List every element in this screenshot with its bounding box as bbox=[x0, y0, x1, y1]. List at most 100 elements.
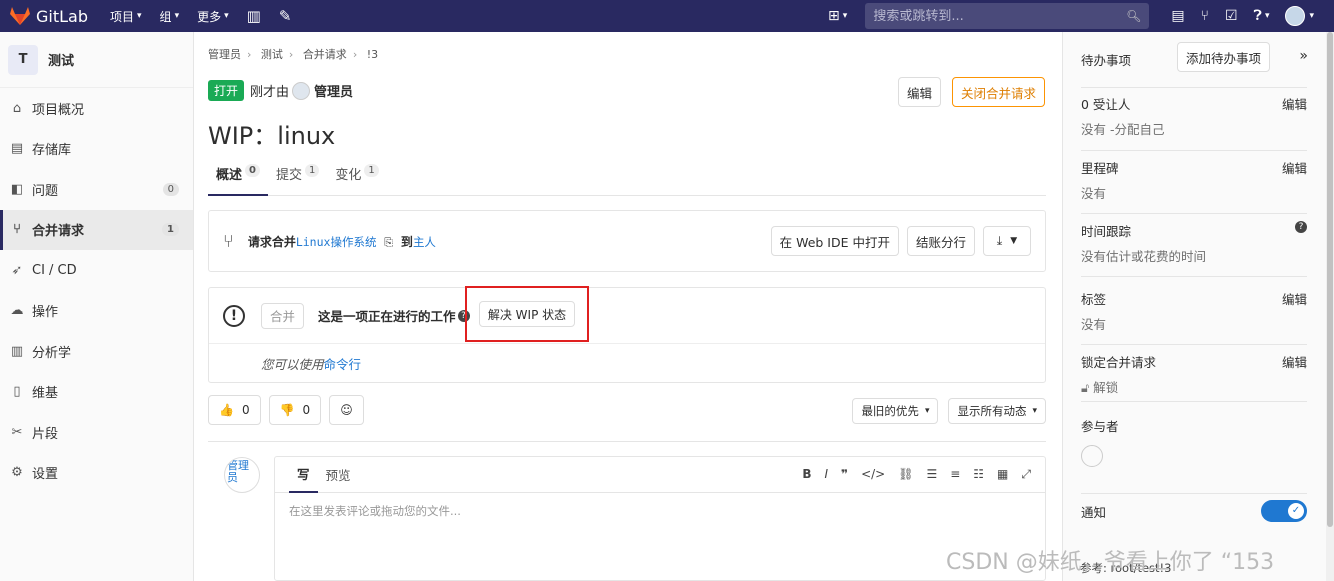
breadcrumb-item[interactable]: 管理员 bbox=[208, 48, 241, 61]
cli-hint: 您可以使用 命令行 bbox=[209, 344, 1045, 382]
thumbs-up-button[interactable]: 👍 0 bbox=[208, 395, 261, 425]
lock-title: 锁定合并请求 bbox=[1081, 355, 1157, 370]
collapse-sidebar-icon[interactable]: » bbox=[1299, 48, 1308, 64]
sidebar-item-overview[interactable]: ⌂ 项目概况 bbox=[0, 88, 193, 129]
project-name: 测试 bbox=[48, 54, 75, 69]
doc-icon: ▤ bbox=[10, 141, 24, 157]
bold-icon[interactable]: B bbox=[802, 467, 811, 482]
sidebar-item-repository[interactable]: ▤ 存储库 bbox=[0, 129, 193, 170]
numbered-list-icon[interactable]: ≡ bbox=[950, 467, 960, 482]
commenter-avatar[interactable]: 管理员 bbox=[224, 457, 260, 493]
project-header[interactable]: T 测试 bbox=[0, 32, 193, 88]
divider bbox=[208, 441, 1046, 442]
project-avatar: T bbox=[8, 44, 38, 75]
add-reaction-button[interactable]: ☺ bbox=[329, 395, 364, 425]
sidebar-item-issues[interactable]: ◧ 问题 0 bbox=[0, 169, 193, 210]
sidebar-item-snippets[interactable]: ✂ 片段 bbox=[0, 412, 193, 453]
close-merge-request-button[interactable]: 关闭合并请求 bbox=[952, 77, 1046, 107]
page-title: WIP：linux bbox=[208, 122, 336, 150]
new-plus-icon[interactable]: ⊞ ▾ bbox=[828, 8, 847, 24]
breadcrumb-item[interactable]: !3 bbox=[367, 48, 378, 61]
sort-dropdown[interactable]: 最旧的优先 ▾ bbox=[852, 398, 939, 424]
edit-milestone-link[interactable]: 编辑 bbox=[1282, 158, 1307, 177]
time-tracking-title: 时间跟踪 bbox=[1081, 224, 1132, 239]
todos-check-icon[interactable]: ☑ bbox=[1225, 8, 1238, 24]
bullet-list-icon[interactable]: ☰ bbox=[926, 467, 937, 482]
chart-icon: ▥ bbox=[10, 343, 24, 359]
nav-projects[interactable]: 项目 ▾ bbox=[110, 8, 142, 25]
italic-icon[interactable]: I bbox=[824, 467, 828, 482]
breadcrumb: 管理员 › 测试 › 合并请求 › !3 bbox=[208, 48, 379, 61]
warning-icon: ! bbox=[223, 304, 245, 327]
sidebar-item-settings[interactable]: ⚙ 设置 bbox=[0, 453, 193, 494]
tab-changes[interactable]: 变化 1 bbox=[327, 160, 386, 196]
sidebar-item-wiki[interactable]: ▯ 维基 bbox=[0, 372, 193, 413]
resolve-wip-button[interactable]: 解决 WIP 状态 bbox=[478, 301, 576, 327]
download-dropdown-button[interactable]: ⤓ ▼ bbox=[983, 226, 1031, 256]
code-icon[interactable]: </> bbox=[861, 467, 885, 482]
target-branch[interactable]: 主人 bbox=[413, 235, 436, 249]
notifications-toggle[interactable]: ✓ bbox=[1261, 500, 1307, 522]
merge-request-icon: ⑂ bbox=[223, 230, 234, 252]
gitlab-fox-icon bbox=[10, 7, 30, 25]
nav-groups[interactable]: 组 ▾ bbox=[160, 8, 180, 25]
activity-chart-icon[interactable]: ▥ bbox=[247, 7, 261, 25]
source-branch[interactable]: Linux操作系统 bbox=[296, 235, 377, 249]
thumbs-down-button[interactable]: 👎 0 bbox=[268, 395, 322, 425]
activity-filter-dropdown[interactable]: 显示所有动态 ▾ bbox=[948, 398, 1046, 424]
user-menu[interactable]: ▾ bbox=[1285, 6, 1314, 26]
link-icon[interactable]: ⛓ bbox=[898, 467, 913, 482]
chevron-down-icon: ▾ bbox=[924, 406, 930, 416]
add-todo-button[interactable]: 添加待办事项 bbox=[1177, 42, 1271, 72]
brand-name: GitLab bbox=[36, 6, 88, 26]
quote-icon[interactable]: ❞ bbox=[841, 467, 848, 482]
nav-more[interactable]: 更多 ▾ bbox=[197, 8, 229, 25]
issues-top-icon[interactable]: ▤ bbox=[1171, 8, 1184, 24]
sidebar-item-operations[interactable]: ☁ 操作 bbox=[0, 291, 193, 332]
participant-avatar[interactable] bbox=[1081, 445, 1103, 467]
open-web-ide-button[interactable]: 在 Web IDE 中打开 bbox=[770, 226, 899, 256]
sidebar-item-ci-cd[interactable]: ➶ CI / CD bbox=[0, 250, 193, 291]
sidebar-item-analytics[interactable]: ▥ 分析学 bbox=[0, 331, 193, 372]
edit-assignee-link[interactable]: 编辑 bbox=[1282, 94, 1307, 113]
tab-preview[interactable]: 预览 bbox=[318, 457, 359, 493]
assignee-value[interactable]: 没有 -分配自己 bbox=[1081, 119, 1307, 138]
breadcrumb-item[interactable]: 测试 bbox=[261, 48, 283, 61]
edit-labels-link[interactable]: 编辑 bbox=[1282, 289, 1307, 308]
main-content: 管理员 › 测试 › 合并请求 › !3 打开 刚才由 管理员 编辑 关闭合并请求 W… bbox=[208, 32, 1046, 581]
comment-textarea[interactable]: 在这里发表评论或拖动您的文件... bbox=[275, 493, 1045, 529]
mr-tabs: 概述 0 提交 1 变化 1 bbox=[208, 160, 1046, 196]
table-icon[interactable]: ▦ bbox=[997, 467, 1008, 482]
right-sidebar: 待办事项 添加待办事项 » 0 受让人 编辑 没有 -分配自己 里程碑 编辑 没有 … bbox=[1062, 32, 1334, 581]
chevron-down-icon: ▾ bbox=[137, 11, 142, 21]
copy-icon[interactable]: ⎘ bbox=[384, 236, 393, 249]
time-tracking-value: 没有估计或花费的时间 bbox=[1081, 249, 1207, 264]
tab-overview[interactable]: 概述 0 bbox=[208, 160, 268, 196]
scrollbar[interactable] bbox=[1326, 32, 1334, 581]
tab-write[interactable]: 写 bbox=[289, 457, 318, 493]
sidebar-item-merge-requests[interactable]: ⑂ 合并请求 1 bbox=[0, 209, 193, 250]
count-badge: 0 bbox=[162, 182, 179, 196]
breadcrumb-item[interactable]: 合并请求 bbox=[303, 48, 347, 61]
checkout-branch-button[interactable]: 结账分行 bbox=[906, 226, 975, 256]
tab-commits[interactable]: 提交 1 bbox=[268, 160, 327, 196]
edit-button[interactable]: 编辑 bbox=[898, 77, 942, 107]
fullscreen-icon[interactable]: ⤢ bbox=[1021, 467, 1031, 482]
status-badge: 打开 bbox=[208, 80, 245, 101]
wip-status-box: ! 合并 这是一项正在进行的工作? 解决 WIP 状态 您可以使用 命令行 bbox=[208, 286, 1046, 383]
gitlab-logo[interactable]: GitLab bbox=[10, 7, 100, 26]
author-name[interactable]: 管理员 bbox=[314, 81, 353, 100]
task-list-icon[interactable]: ☷ bbox=[973, 467, 984, 482]
wrench-icon[interactable]: ✎ bbox=[279, 7, 292, 25]
edit-lock-link[interactable]: 编辑 bbox=[1282, 352, 1307, 371]
merge-requests-top-icon[interactable]: ⑂ bbox=[1201, 8, 1209, 24]
author-avatar[interactable] bbox=[292, 81, 311, 100]
todo-title: 待办事项 bbox=[1081, 53, 1132, 68]
help-icon[interactable]: ❓︎ ▾ bbox=[1254, 8, 1270, 24]
comment-editor: 写 预览 B I ❞ </> ⛓ ☰ ≡ ☷ ▦ ⤢ 在这里发表评论或拖动您的文… bbox=[274, 456, 1046, 581]
search-box[interactable]: 🔍︎ bbox=[865, 3, 1150, 29]
user-avatar bbox=[1285, 6, 1306, 26]
search-input[interactable] bbox=[873, 8, 1114, 24]
command-line-link[interactable]: 命令行 bbox=[324, 354, 362, 373]
question-icon[interactable]: ? bbox=[1295, 221, 1307, 233]
